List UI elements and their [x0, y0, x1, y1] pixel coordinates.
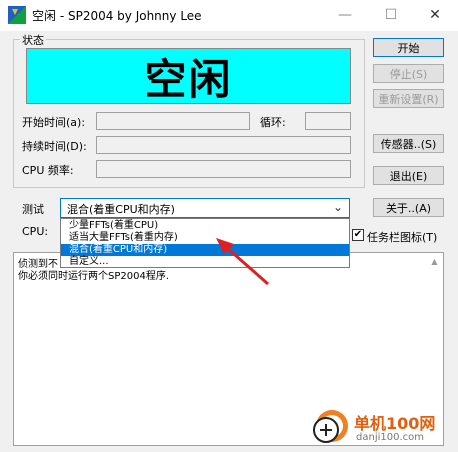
zoom-in-icon[interactable]	[312, 416, 340, 444]
annotation-arrow	[216, 238, 269, 286]
watermark-url: danji100.com	[356, 432, 424, 443]
watermark-site: 单机100网	[354, 414, 436, 433]
